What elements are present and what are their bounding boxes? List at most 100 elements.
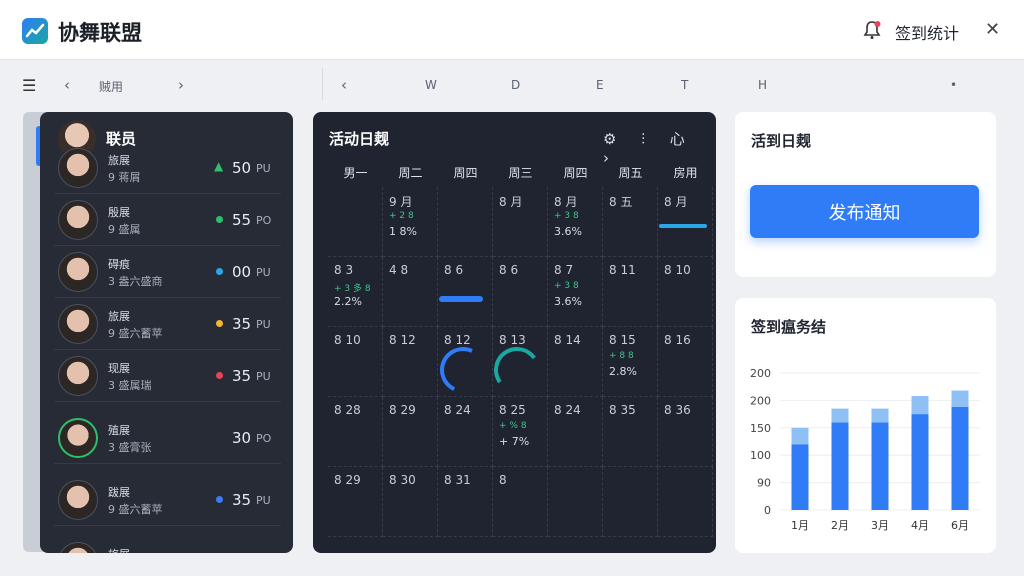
calendar-cell[interactable]: 9 月 + 2 8 1 8% — [383, 187, 438, 257]
calendar-cell[interactable] — [328, 187, 383, 257]
calendar-cell[interactable]: 8 11 — [603, 257, 658, 327]
list-item[interactable]: 殷展 9 盛属 55 PO — [54, 194, 281, 246]
bar-segment[interactable] — [871, 408, 889, 423]
list-item[interactable]: 跋展 9 盛六蓄苹 35 PU — [54, 474, 281, 526]
list-menu-icon[interactable]: ☰ — [22, 76, 36, 95]
calendar-cell[interactable]: 8 15 + 8 8 2.8% — [603, 327, 658, 397]
member-value: 30 — [232, 429, 252, 447]
calendar-cell[interactable] — [548, 467, 603, 537]
calendar-cell[interactable]: 4 8 — [383, 257, 438, 327]
y-tick-label: 200 — [750, 394, 771, 407]
calendar-cell[interactable]: 8 6 — [438, 257, 493, 327]
signin-stats-link[interactable]: 签到统计 — [895, 20, 959, 44]
bar-segment[interactable] — [791, 444, 809, 510]
week-prev-chevron-icon[interactable]: ‹ — [341, 76, 347, 94]
calendar-cell[interactable]: 8 6 — [493, 257, 548, 327]
bar-segment[interactable] — [951, 406, 969, 510]
calendar-cell[interactable]: 8 36 — [658, 397, 713, 467]
member-value: 55 — [232, 211, 252, 229]
list-item[interactable]: 旅展 9 盛六蓄苹 35 PU — [54, 298, 281, 350]
day-number: 8 31 — [444, 473, 471, 487]
day-number: 9 月 — [389, 195, 413, 209]
calendar-cell[interactable]: 8 25 + % 8 + 7% — [493, 397, 548, 467]
week-letter[interactable]: E — [596, 78, 604, 92]
calendar-cell[interactable] — [603, 467, 658, 537]
calendar-cell[interactable]: 8 月 — [658, 187, 713, 257]
day-number: 8 — [499, 473, 507, 487]
status-dot — [216, 372, 223, 379]
calendar-cell[interactable]: 8 10 — [658, 257, 713, 327]
calendar-toolbar-icons[interactable]: ⚙ ⫶ 心 › — [603, 128, 716, 167]
list-item[interactable]: 碍痕 3 盎六盛商 00 PU — [54, 246, 281, 298]
bar-segment[interactable] — [831, 422, 849, 510]
weekday-header: 周四 — [563, 166, 588, 180]
status-dot — [216, 216, 223, 223]
bar-segment[interactable] — [791, 427, 809, 445]
member-unit: PU — [256, 494, 271, 507]
list-item[interactable]: 殖展 3 盛膏张 30 PO — [54, 412, 281, 464]
calendar-cell[interactable]: 8 31 — [438, 467, 493, 537]
bar-segment[interactable] — [911, 414, 929, 510]
calendar-cell[interactable]: 8 10 — [328, 327, 383, 397]
event-label: + % 8 — [499, 421, 527, 431]
bar-segment[interactable] — [871, 422, 889, 510]
calendar-cell[interactable]: 8 月 — [493, 187, 548, 257]
publish-card-title: 活到日觌 — [751, 132, 812, 150]
member-unit: PO — [256, 432, 272, 445]
avatar — [58, 480, 98, 520]
event-percent: 1 8% — [389, 225, 417, 238]
week-letter[interactable]: T — [681, 78, 688, 92]
filter-label[interactable]: 贼用 — [99, 78, 123, 95]
member-sub: 9 盛六蓄苹 — [108, 327, 163, 340]
calendar-cell[interactable]: 8 — [493, 467, 548, 537]
week-letter[interactable]: H — [758, 78, 767, 92]
calendar-cell[interactable]: 8 五 — [603, 187, 658, 257]
avatar — [58, 148, 98, 188]
notification-bell-icon[interactable] — [862, 20, 882, 40]
calendar-cell[interactable]: 8 24 — [548, 397, 603, 467]
list-item[interactable]: 旅展 9 蒋屑 ▲ 50 PU — [54, 142, 281, 194]
prev-chevron-icon[interactable]: ‹ — [64, 76, 70, 94]
week-letter[interactable]: D — [511, 78, 520, 92]
bar-segment[interactable] — [951, 390, 969, 407]
weekday-header: 周三 — [508, 166, 533, 180]
x-tick-label: 6月 — [951, 519, 969, 532]
bar-segment[interactable] — [831, 408, 849, 423]
calendar-cell[interactable]: 8 35 — [603, 397, 658, 467]
calendar-cell[interactable]: 8 29 — [383, 397, 438, 467]
week-letter[interactable]: • — [950, 78, 957, 92]
calendar-cell[interactable]: 8 3 + 3 多 8 2.2% — [328, 257, 383, 327]
close-icon[interactable]: ✕ — [985, 19, 1000, 40]
status-dot — [216, 496, 223, 503]
member-name: 旅展 — [108, 310, 130, 323]
member-value: 00 — [232, 263, 252, 281]
calendar-cell[interactable]: 8 月 + 3 8 3.6% — [548, 187, 603, 257]
member-name: 殖展 — [108, 424, 130, 437]
day-number: 8 6 — [444, 263, 464, 277]
calendar-cell[interactable]: 8 14 — [548, 327, 603, 397]
publish-notice-button[interactable]: 发布通知 — [750, 185, 979, 238]
list-item[interactable]: 现展 3 盛属瑞 35 PU — [54, 350, 281, 402]
calendar-cell[interactable]: 8 12 — [383, 327, 438, 397]
bar-chart: 200 200 150 100 90 0 1月 2月 3月 4月 6月 — [750, 367, 980, 532]
calendar-cell[interactable] — [438, 187, 493, 257]
calendar-cell[interactable]: 8 28 — [328, 397, 383, 467]
event-label: + 2 8 — [389, 211, 414, 221]
calendar-cell[interactable]: 8 7 + 3 8 3.6% — [548, 257, 603, 327]
calendar-cell[interactable]: 8 30 — [383, 467, 438, 537]
event-bar — [439, 296, 483, 302]
calendar-cell[interactable]: 8 24 — [438, 397, 493, 467]
calendar-cell[interactable]: 8 16 — [658, 327, 713, 397]
list-item[interactable]: 旅展 — [54, 536, 281, 553]
app-title: 协舞联盟 — [58, 21, 142, 45]
calendar-cell[interactable] — [658, 467, 713, 537]
calendar-cell[interactable]: 8 29 — [328, 467, 383, 537]
next-chevron-icon[interactable]: › — [178, 76, 184, 94]
member-unit: PU — [256, 162, 271, 175]
activity-calendar: 活动日觌 ⚙ ⫶ 心 › 男一 周二 周四 周三 周四 周五 房用 9 月 + 2 8 1 8%… — [313, 112, 716, 553]
event-label: + 3 多 8 — [334, 284, 371, 294]
day-number: 8 14 — [554, 333, 581, 347]
week-letter[interactable]: W — [425, 78, 437, 92]
calendar-title: 活动日觌 — [329, 130, 390, 148]
bar-segment[interactable] — [911, 396, 929, 415]
